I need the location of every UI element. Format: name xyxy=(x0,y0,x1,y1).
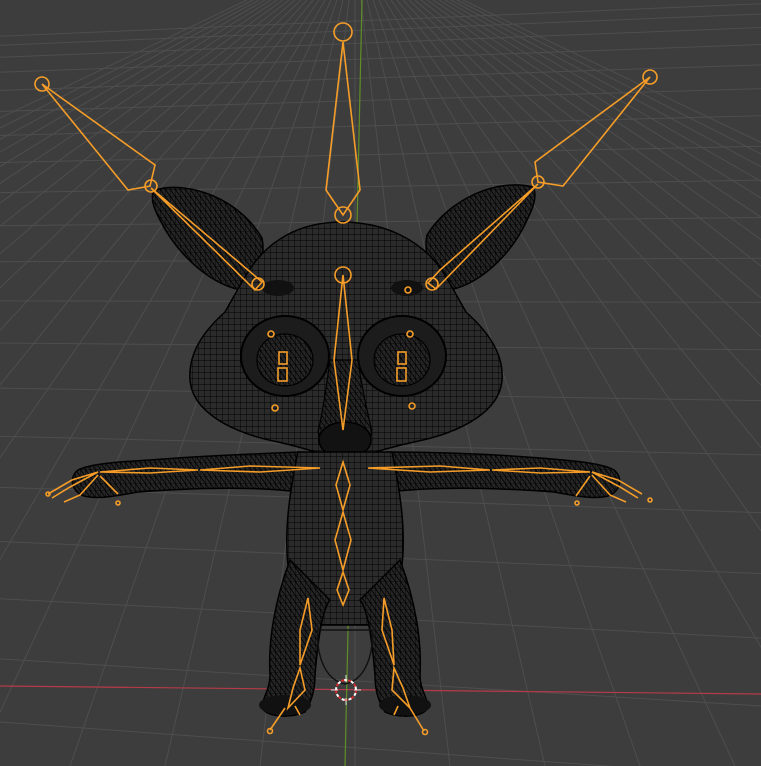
right-eye-inner xyxy=(373,333,431,387)
grid-line xyxy=(0,27,761,58)
tail-mesh xyxy=(316,629,374,685)
left-ear-control-bone[interactable] xyxy=(41,83,156,191)
left-toe-tip[interactable] xyxy=(266,727,274,735)
3d-viewport[interactable] xyxy=(0,0,761,766)
viewport-canvas[interactable] xyxy=(0,0,761,766)
grid-line xyxy=(462,0,761,144)
head-control-tail[interactable] xyxy=(333,22,353,42)
left-eye-inner xyxy=(256,333,314,387)
left-thumb-tip[interactable] xyxy=(115,500,121,506)
right-foot-mesh xyxy=(379,695,431,715)
grid-line xyxy=(456,0,761,155)
right-toe-tip[interactable] xyxy=(421,728,429,736)
grid-line xyxy=(0,721,614,766)
right-thumb-tip[interactable] xyxy=(574,500,580,506)
right-finger-tip[interactable] xyxy=(647,497,653,503)
grid-line xyxy=(0,145,761,164)
right-arm-mesh xyxy=(387,451,621,499)
left-foot-mesh xyxy=(259,695,311,715)
grid-line xyxy=(0,179,761,194)
grid-line xyxy=(0,216,761,227)
left-arm-mesh xyxy=(71,451,301,499)
grid-line xyxy=(0,115,761,136)
grid-line xyxy=(0,13,761,46)
left-brow xyxy=(262,280,294,296)
fox-mesh[interactable] xyxy=(71,184,621,717)
